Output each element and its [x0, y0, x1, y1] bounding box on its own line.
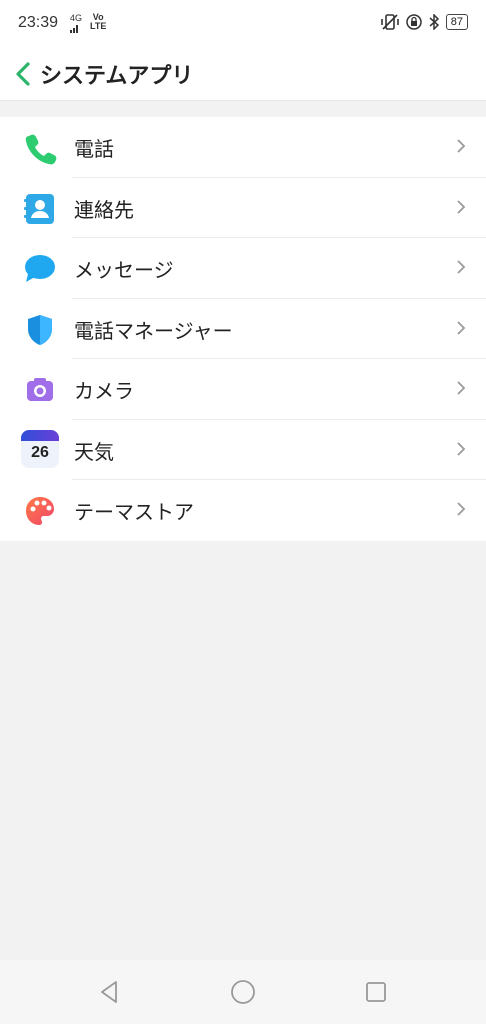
phone-icon [25, 134, 57, 165]
item-label: 天気 [74, 439, 114, 464]
messages-icon [25, 255, 55, 282]
chevron-right-icon [457, 381, 466, 395]
volte-indicator: Vo LTE [90, 13, 106, 31]
item-label: 電話 [74, 137, 114, 161]
lock-rotation-icon [406, 14, 422, 30]
item-label: 連絡先 [74, 197, 134, 222]
phone-manager-icon [28, 314, 52, 345]
back-arrow-icon[interactable] [12, 56, 36, 92]
chevron-right-icon [457, 320, 466, 335]
contacts-icon [24, 193, 54, 224]
chevron-right-icon [457, 199, 466, 214]
item-label: カメラ [74, 379, 134, 403]
status-bar: 23:39 4G Vo LTE 87 [0, 0, 486, 48]
weather-icon-top [21, 429, 59, 441]
navigation-bar [0, 960, 486, 1024]
network-type: 4G [70, 14, 82, 33]
nav-back-icon[interactable] [96, 978, 124, 1006]
list-item-camera[interactable]: カメラ [0, 359, 486, 420]
signal-icon [70, 25, 78, 33]
nav-home-icon[interactable] [229, 978, 257, 1006]
chevron-right-icon [457, 139, 466, 153]
app-header: システムアプリ [0, 48, 486, 100]
bluetooth-icon [429, 14, 439, 30]
list-item-weather[interactable]: 26 天気 [0, 420, 486, 480]
status-icons: 87 [380, 14, 468, 30]
nav-recents-icon[interactable] [362, 978, 390, 1006]
theme-store-icon [26, 497, 54, 525]
app-list: 電話 連絡先 メッセージ 電話マネージャー カメラ 26 天気 テーマストア [0, 117, 486, 541]
list-item-phone-manager[interactable]: 電話マネージャー [0, 299, 486, 359]
list-item-messages[interactable]: メッセージ [0, 238, 486, 299]
vibrate-off-icon [380, 14, 399, 30]
item-label: 電話マネージャー [74, 318, 233, 343]
item-label: テーマストア [74, 500, 194, 524]
weather-icon: 26 [21, 429, 59, 468]
status-time: 23:39 [18, 14, 59, 31]
list-item-theme-store[interactable]: テーマストア [0, 480, 486, 541]
chevron-right-icon [457, 441, 466, 456]
volte-bottom: LTE [90, 21, 107, 31]
list-item-contacts[interactable]: 連絡先 [0, 178, 486, 238]
list-item-phone[interactable]: 電話 [0, 117, 486, 178]
page-title: システムアプリ [40, 64, 194, 89]
header-divider [0, 100, 486, 101]
camera-icon [27, 378, 53, 401]
chevron-right-icon [457, 260, 466, 274]
chevron-right-icon [457, 502, 466, 516]
item-label: メッセージ [74, 258, 174, 282]
battery-indicator: 87 [445, 14, 468, 30]
network-label: 4G [70, 13, 83, 23]
weather-date: 26 [31, 443, 49, 461]
